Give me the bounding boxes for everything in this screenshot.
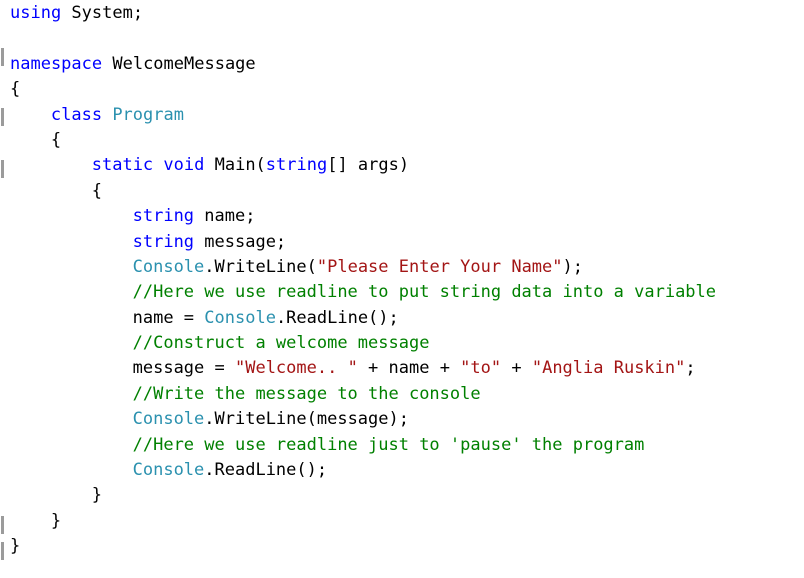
code-line[interactable]: name = Console.ReadLine(); [0,306,804,331]
code-line[interactable]: static void Main(string[] args) [0,153,804,178]
code-token-plain: [] args) [327,155,410,176]
code-token-plain: name; [194,206,256,227]
code-line[interactable]: } [0,483,804,508]
code-line[interactable]: //Here we use readline just to 'pause' t… [0,433,804,458]
code-token-plain: ); [562,256,583,277]
code-token-plain: } [91,485,102,506]
code-token-plain: WelcomeMessage [102,53,256,74]
code-token-plain: .ReadLine(); [204,460,328,481]
code-line[interactable]: //Here we use readline to put string dat… [0,280,804,305]
code-line[interactable]: { [0,128,804,153]
code-token-plain: .WriteLine( [204,256,317,277]
code-line[interactable] [0,26,804,51]
code-line[interactable]: { [0,179,804,204]
code-area[interactable]: using System; namespace WelcomeMessage{c… [0,0,804,560]
code-token-type: Console [132,409,205,430]
code-token-type: Program [112,104,184,125]
code-token-keyword: class [50,104,103,125]
code-token-comment: //Here we use readline to put string dat… [132,282,717,303]
code-line[interactable]: { [0,77,804,102]
code-line[interactable]: //Write the message to the console [0,382,804,407]
code-line[interactable]: Console.ReadLine(); [0,458,804,483]
code-token-string: "Anglia Ruskin" [531,358,686,379]
code-line[interactable]: namespace WelcomeMessage [0,52,804,77]
code-token-string: "Please Enter Your Name" [316,256,563,277]
code-token-plain: + name + [357,358,461,379]
code-token-plain: } [10,536,21,557]
code-token-plain: name = [132,307,205,328]
code-line[interactable]: } [0,509,804,534]
code-token-keyword: using [10,3,62,23]
code-line[interactable]: Console.WriteLine(message); [0,407,804,432]
code-token-keyword: string [265,155,328,176]
code-token-plain: { [10,79,21,100]
code-token-plain: .WriteLine(message); [204,409,409,430]
code-line[interactable]: //Construct a welcome message [0,331,804,356]
code-line[interactable]: string message; [0,230,804,255]
code-token-comment: //Construct a welcome message [132,333,430,354]
code-token-plain: { [91,180,102,201]
code-editor[interactable]: using System; namespace WelcomeMessage{c… [0,0,804,578]
code-token-type: Console [132,256,205,277]
code-token-keyword: static [91,155,154,176]
code-token-plain: Main( [204,155,266,176]
code-token-keyword: string [132,231,195,252]
code-token-comment: //Here we use readline just to 'pause' t… [132,434,645,455]
code-line[interactable]: class Program [0,103,804,128]
code-token-keyword: namespace [10,53,103,74]
code-token-plain: } [50,510,62,531]
code-token-plain: message = [132,358,235,379]
code-token-plain: + [501,358,532,379]
code-token-plain: ; [685,358,696,379]
code-token-keyword: void [163,155,205,176]
code-token-type: Console [132,460,205,481]
code-line[interactable]: Console.WriteLine("Please Enter Your Nam… [0,255,804,280]
code-token-plain: { [50,129,62,150]
code-token-plain: message; [194,231,287,252]
code-token-type: Console [204,307,276,328]
code-line[interactable]: string name; [0,204,804,229]
code-token-plain: .ReadLine(); [275,307,399,328]
code-token-plain: System; [61,3,144,23]
code-token-keyword: string [132,206,195,227]
code-token-comment: //Write the message to the console [132,383,481,404]
code-token-string: "to" [460,358,502,379]
code-line[interactable]: using System; [0,1,804,26]
code-line[interactable]: } [0,534,804,559]
code-line[interactable]: message = "Welcome.. " + name + "to" + "… [0,356,804,381]
code-token-string: "Welcome.. " [234,358,358,379]
